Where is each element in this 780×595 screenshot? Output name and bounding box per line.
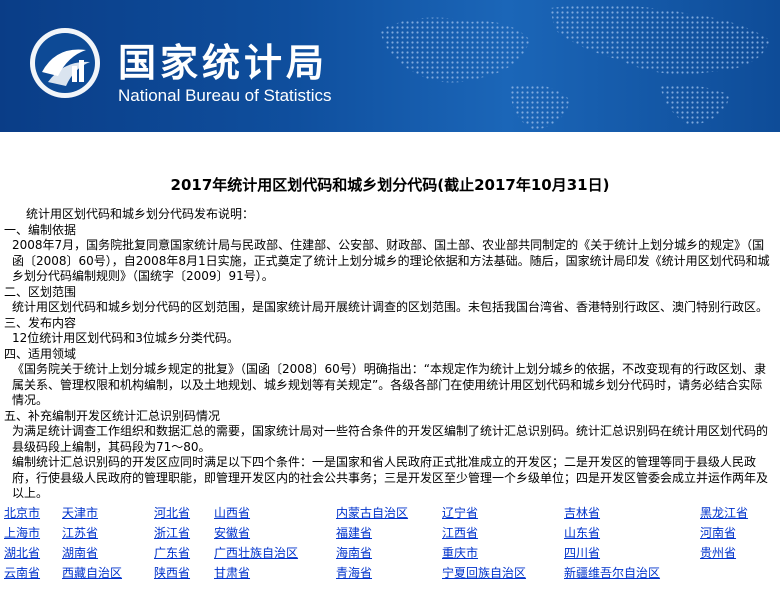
agency-name-cn: 国家统计局 — [118, 41, 329, 85]
section-paragraph: 《国务院关于统计上划分城乡规定的批复》（国函〔2008〕60号）明确指出：“本规… — [12, 362, 767, 407]
empty-cell — [700, 564, 770, 584]
province-link[interactable]: 湖南省 — [62, 546, 98, 560]
province-link[interactable]: 浙江省 — [154, 526, 190, 540]
table-row: 上海市 江苏省 浙江省 安徽省 福建省 江西省 山东省 河南省 — [4, 524, 770, 544]
province-link[interactable]: 上海市 — [4, 526, 40, 540]
section-paragraph: 2008年7月，国务院批复同意国家统计局与民政部、住建部、公安部、财政部、国土部… — [12, 238, 770, 283]
nbs-logo-icon — [30, 28, 100, 98]
province-link[interactable]: 吉林省 — [564, 506, 600, 520]
province-link[interactable]: 安徽省 — [214, 526, 250, 540]
province-link[interactable]: 宁夏回族自治区 — [442, 566, 526, 580]
province-link[interactable]: 广西壮族自治区 — [214, 546, 298, 560]
province-link[interactable]: 新疆维吾尔自治区 — [564, 566, 660, 580]
section-paragraph: 编制统计汇总识别码的开发区应同时满足以下四个条件：一是国家和省人民政府正式批准成… — [12, 455, 769, 500]
section-paragraph: 为满足统计调查工作组织和数据汇总的需要，国家统计局对一些符合条件的开发区编制了统… — [12, 424, 769, 454]
province-link[interactable]: 福建省 — [336, 526, 372, 540]
province-link-table: 北京市 天津市 河北省 山西省 内蒙古自治区 辽宁省 吉林省 黑龙江省 上海市 … — [4, 504, 770, 584]
section-paragraph: 统计用区划代码和城乡划分代码的区划范围，是国家统计局开展统计调查的区划范围。未包… — [12, 300, 769, 314]
province-link[interactable]: 河北省 — [154, 506, 190, 520]
province-link[interactable]: 山西省 — [214, 506, 250, 520]
province-link[interactable]: 天津市 — [62, 506, 98, 520]
section-paragraph: 12位统计用区划代码和3位城乡分类代码。 — [12, 331, 239, 345]
release-notes: 统计用区划代码和城乡划分代码发布说明： 一、编制依据 2008年7月，国务院批复… — [0, 207, 780, 584]
province-link[interactable]: 云南省 — [4, 566, 40, 580]
section-heading: 二、区划范围 — [4, 284, 77, 299]
page-title: 2017年统计用区划代码和城乡划分代码(截止2017年10月31日) — [170, 176, 610, 194]
province-link[interactable]: 重庆市 — [442, 546, 478, 560]
province-link[interactable]: 河南省 — [700, 526, 736, 540]
province-link[interactable]: 内蒙古自治区 — [336, 506, 408, 520]
section-heading: 一、编制依据 — [4, 222, 77, 237]
province-link[interactable]: 广东省 — [154, 546, 190, 560]
province-link[interactable]: 北京市 — [4, 506, 40, 520]
province-link[interactable]: 辽宁省 — [442, 506, 478, 520]
province-link[interactable]: 青海省 — [336, 566, 372, 580]
province-link[interactable]: 江苏省 — [62, 526, 98, 540]
intro-text: 统计用区划代码和城乡划分代码发布说明： — [26, 207, 255, 221]
province-link[interactable]: 西藏自治区 — [62, 566, 122, 580]
province-link[interactable]: 湖北省 — [4, 546, 40, 560]
section-heading: 四、适用领域 — [4, 346, 77, 361]
world-map-graphic — [380, 5, 770, 130]
table-row: 云南省 西藏自治区 陕西省 甘肃省 青海省 宁夏回族自治区 新疆维吾尔自治区 — [4, 564, 770, 584]
province-link[interactable]: 黑龙江省 — [700, 506, 748, 520]
section-heading: 五、补充编制开发区统计汇总识别码情况 — [4, 408, 221, 423]
table-row: 北京市 天津市 河北省 山西省 内蒙古自治区 辽宁省 吉林省 黑龙江省 — [4, 504, 770, 524]
province-link[interactable]: 山东省 — [564, 526, 600, 540]
province-link[interactable]: 陕西省 — [154, 566, 190, 580]
province-link[interactable]: 江西省 — [442, 526, 478, 540]
province-link[interactable]: 甘肃省 — [214, 566, 250, 580]
province-link[interactable]: 四川省 — [564, 546, 600, 560]
agency-name-en: National Bureau of Statistics — [118, 86, 332, 105]
table-row: 湖北省 湖南省 广东省 广西壮族自治区 海南省 重庆市 四川省 贵州省 — [4, 544, 770, 564]
province-link[interactable]: 海南省 — [336, 546, 372, 560]
section-heading: 三、发布内容 — [4, 315, 77, 330]
province-link[interactable]: 贵州省 — [700, 546, 736, 560]
header-banner: 国家统计局 National Bureau of Statistics — [0, 0, 780, 132]
